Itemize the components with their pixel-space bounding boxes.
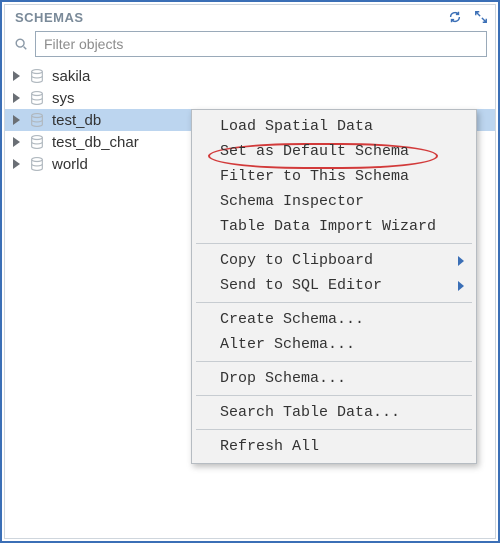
search-row (5, 27, 495, 63)
menu-item-send-to-sql-editor[interactable]: Send to SQL Editor (194, 273, 474, 298)
schema-context-menu: Load Spatial Data Set as Default Schema … (191, 109, 477, 464)
menu-separator (196, 395, 472, 396)
panel-title: SCHEMAS (15, 10, 447, 25)
menu-separator (196, 243, 472, 244)
schema-tree-item[interactable]: sakila (5, 65, 495, 87)
filter-objects-input[interactable] (35, 31, 487, 57)
menu-item-filter-to-schema[interactable]: Filter to This Schema (194, 164, 474, 189)
disclosure-triangle-icon[interactable] (13, 93, 20, 103)
menu-item-label: Alter Schema... (220, 336, 355, 353)
menu-item-search-table-data[interactable]: Search Table Data... (194, 400, 474, 425)
menu-item-label: Create Schema... (220, 311, 364, 328)
menu-item-label: Table Data Import Wizard (220, 218, 436, 235)
menu-item-label: Refresh All (220, 438, 319, 455)
schemas-panel-inner: SCHEMAS (4, 4, 496, 539)
menu-item-alter-schema[interactable]: Alter Schema... (194, 332, 474, 357)
database-icon (28, 111, 46, 129)
menu-item-drop-schema[interactable]: Drop Schema... (194, 366, 474, 391)
search-icon (13, 36, 29, 52)
disclosure-triangle-icon[interactable] (13, 159, 20, 169)
menu-item-label: Set as Default Schema (220, 143, 409, 160)
menu-item-label: Load Spatial Data (220, 118, 373, 135)
schema-label: test_db_char (52, 134, 139, 151)
database-icon (28, 67, 46, 85)
schema-label: sakila (52, 68, 90, 85)
menu-item-copy-to-clipboard[interactable]: Copy to Clipboard (194, 248, 474, 273)
menu-item-table-data-import[interactable]: Table Data Import Wizard (194, 214, 474, 239)
disclosure-triangle-icon[interactable] (13, 137, 20, 147)
panel-header-icons (447, 9, 489, 25)
database-icon (28, 155, 46, 173)
menu-item-label: Copy to Clipboard (220, 252, 373, 269)
menu-separator (196, 361, 472, 362)
menu-item-label: Search Table Data... (220, 404, 400, 421)
refresh-icon[interactable] (447, 9, 463, 25)
schemas-panel: SCHEMAS (0, 0, 500, 543)
disclosure-triangle-icon[interactable] (13, 71, 20, 81)
menu-item-label: Filter to This Schema (220, 168, 409, 185)
menu-item-create-schema[interactable]: Create Schema... (194, 307, 474, 332)
menu-item-set-default-schema[interactable]: Set as Default Schema (194, 139, 474, 164)
database-icon (28, 133, 46, 151)
disclosure-triangle-icon[interactable] (13, 115, 20, 125)
menu-item-refresh-all[interactable]: Refresh All (194, 434, 474, 459)
menu-item-schema-inspector[interactable]: Schema Inspector (194, 189, 474, 214)
menu-item-label: Send to SQL Editor (220, 277, 382, 294)
schema-label: test_db (52, 112, 101, 129)
menu-separator (196, 429, 472, 430)
schema-tree-item[interactable]: sys (5, 87, 495, 109)
menu-item-label: Schema Inspector (220, 193, 364, 210)
menu-item-label: Drop Schema... (220, 370, 346, 387)
menu-item-load-spatial-data[interactable]: Load Spatial Data (194, 114, 474, 139)
database-icon (28, 89, 46, 107)
schema-label: sys (52, 90, 75, 107)
schema-label: world (52, 156, 88, 173)
panel-header: SCHEMAS (5, 5, 495, 27)
expand-icon[interactable] (473, 9, 489, 25)
menu-separator (196, 302, 472, 303)
